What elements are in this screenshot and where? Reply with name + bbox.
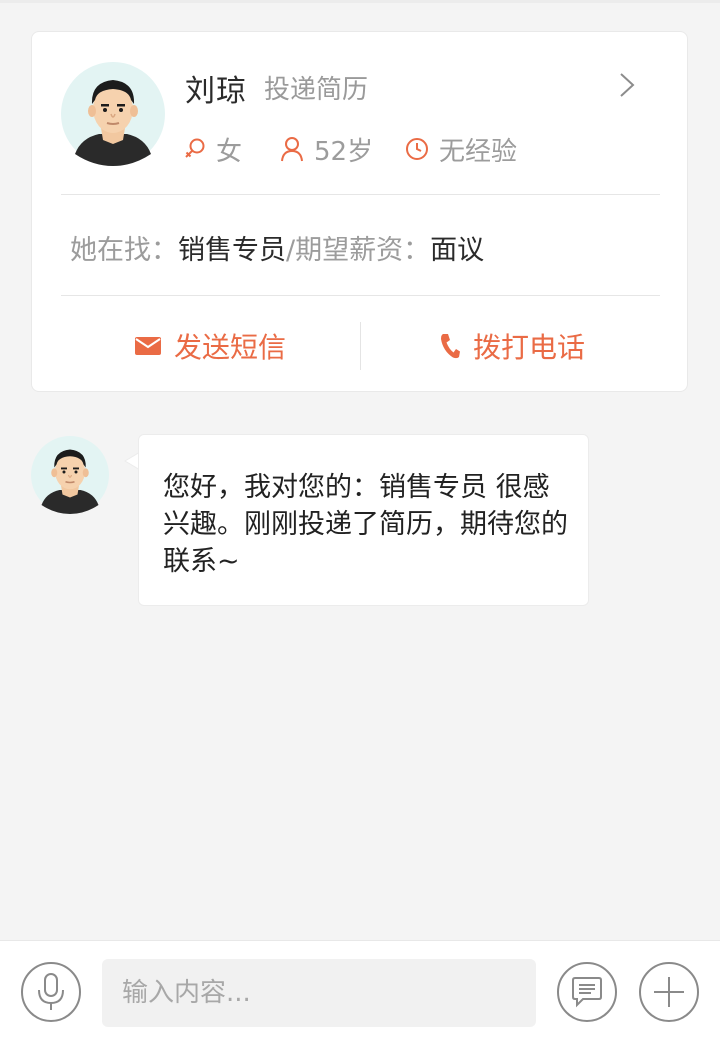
action-tag: 投递简历 [264,75,369,105]
seeking-label: 她在找： [70,235,178,266]
age-info: 52岁 [280,132,374,167]
more-options-button[interactable] [639,962,699,1022]
gender-info: 女 [184,132,243,167]
plus-icon [654,977,684,1007]
call-button[interactable]: 拨打电话 [439,326,585,366]
card-divider-2 [61,295,660,296]
send-sms-label: 发送短信 [174,331,287,364]
top-divider [0,0,720,3]
female-icon [185,138,205,158]
job-title: 销售专员 [178,235,286,266]
send-sms-button[interactable]: 发送短信 [134,326,286,366]
gender-value: 女 [216,136,243,167]
phone-icon [441,334,460,359]
candidate-card: 刘琼 投递简历 女 52岁 无经验 她在找：销售专员/期望薪资：面议 发送短信 … [31,31,688,392]
experience-info: 无经验 [405,132,518,167]
chevron-right-icon[interactable] [618,72,636,98]
message-text: 您好，我对您的：销售专员 很感兴趣。刚刚投递了简历，期待您的联系~ [163,472,568,577]
chat-bubble-icon [572,977,602,1008]
message-bubble: 您好，我对您的：销售专员 很感兴趣。刚刚投递了简历，期待您的联系~ [138,434,589,606]
person-icon [281,137,303,162]
quick-reply-button[interactable] [557,962,617,1022]
candidate-name: 刘琼 [185,74,247,109]
age-value: 52岁 [314,136,374,167]
job-seeking-line: 她在找：销售专员/期望薪资：面议 [70,228,484,267]
salary-label: /期望薪资： [286,235,431,266]
message-input[interactable] [102,959,536,1027]
composer-bar [0,940,720,1042]
call-label: 拨打电话 [473,331,586,364]
sender-avatar[interactable] [31,436,109,514]
avatar[interactable] [61,62,165,166]
card-divider-1 [61,194,660,195]
microphone-icon [38,973,64,1010]
clock-icon [406,138,428,160]
salary-value: 面议 [430,235,485,266]
experience-value: 无经验 [439,136,518,167]
button-separator [360,322,361,370]
envelope-icon [135,337,161,355]
voice-input-button[interactable] [21,962,81,1022]
